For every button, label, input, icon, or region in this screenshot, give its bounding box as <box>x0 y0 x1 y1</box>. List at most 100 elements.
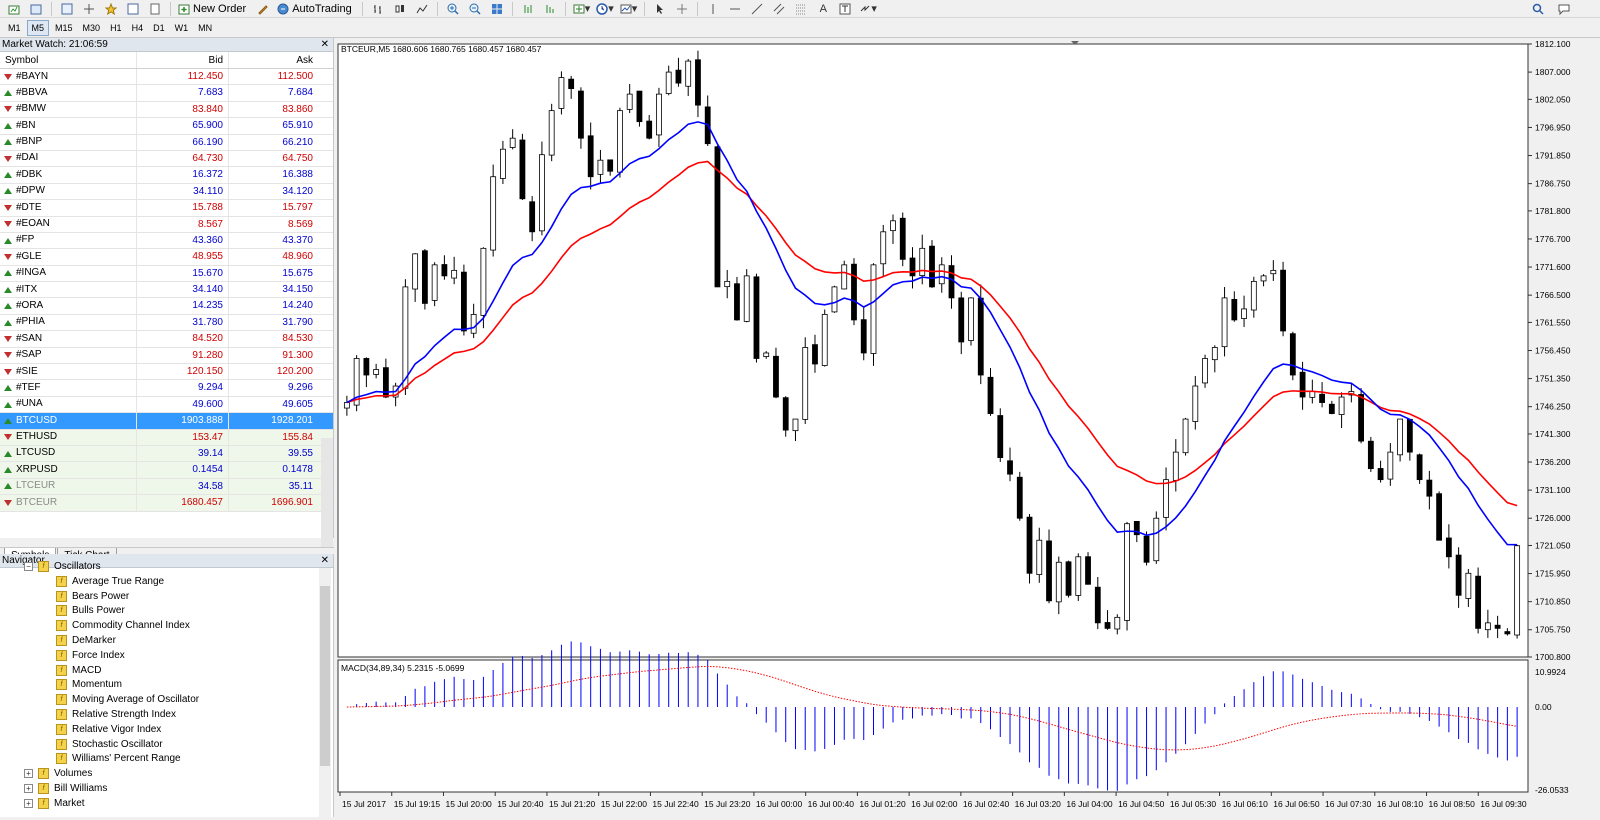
navigator-item[interactable]: f Relative Vigor Index <box>56 722 161 737</box>
market-watch-row[interactable]: #BNP 66.190 66.210 <box>0 134 333 151</box>
close-icon[interactable]: ✕ <box>321 38 329 52</box>
market-watch-row[interactable]: #BBVA 7.683 7.684 <box>0 85 333 102</box>
search-icon[interactable] <box>1528 1 1548 17</box>
navigator-item[interactable]: f Stochastic Oscillator <box>56 737 163 752</box>
market-watch-row[interactable]: #TEF 9.294 9.296 <box>0 380 333 397</box>
navigator-item[interactable]: f Commodity Channel Index <box>56 618 190 633</box>
navigator-item[interactable]: f Moving Average of Oscillator <box>56 692 199 707</box>
navigator-item[interactable]: f Force Index <box>56 648 125 663</box>
indicators-icon[interactable]: ▾ <box>571 1 593 17</box>
timeframe-d1-button[interactable]: D1 <box>149 21 169 35</box>
autoscroll-icon[interactable] <box>540 1 560 17</box>
market-watch-row[interactable]: LTCEUR 34.58 35.11 <box>0 478 333 496</box>
autotrading-button[interactable]: AutoTrading <box>275 1 357 17</box>
navigator-item[interactable]: f MACD <box>56 663 101 678</box>
market-watch-row[interactable]: #UNA 49.600 49.605 <box>0 396 333 414</box>
fibonacci-icon[interactable] <box>791 1 811 17</box>
cursor-icon[interactable] <box>650 1 670 17</box>
navigator-item[interactable]: f Bears Power <box>56 589 129 604</box>
profiles-icon[interactable] <box>26 1 46 17</box>
tree-group[interactable]: + f Bill Williams <box>24 781 107 796</box>
market-watch-row[interactable]: #SIE 120.150 120.200 <box>0 364 333 381</box>
navigator-icon[interactable] <box>101 1 121 17</box>
arrows-icon[interactable]: ▾ <box>857 1 879 17</box>
collapse-icon[interactable]: − <box>24 561 33 571</box>
market-watch-row[interactable]: #ORA 14.235 14.240 <box>0 298 333 315</box>
new-chart-icon[interactable] <box>4 1 24 17</box>
data-window-icon[interactable] <box>79 1 99 17</box>
terminal-icon[interactable] <box>123 1 143 17</box>
price-chart[interactable]: 1812.100 1807.000 1802.050 1796.950 1791.850… <box>336 39 1600 817</box>
line-chart-icon[interactable] <box>412 1 432 17</box>
chart-window[interactable]: 1812.100 1807.000 1802.050 1796.950 1791.850… <box>336 39 1600 817</box>
templates-icon[interactable]: ▾ <box>618 1 640 17</box>
market-watch-row[interactable]: #ITX 34.140 34.150 <box>0 282 333 299</box>
new-order-button[interactable]: New Order <box>176 1 251 17</box>
market-watch-row[interactable]: #INGA 15.670 15.675 <box>0 265 333 283</box>
equidistant-channel-icon[interactable] <box>769 1 789 17</box>
timeframe-m30-button[interactable]: M30 <box>79 21 105 35</box>
bar-chart-icon[interactable] <box>368 1 388 17</box>
timeframe-h4-button[interactable]: H4 <box>128 21 148 35</box>
market-watch-row[interactable]: #GLE 48.955 48.960 <box>0 249 333 266</box>
metaeditor-icon[interactable] <box>253 1 273 17</box>
tree-group-oscillators[interactable]: − f Oscillators <box>24 559 101 574</box>
market-watch-row[interactable]: #DBK 16.372 16.388 <box>0 167 333 184</box>
timeframe-w1-button[interactable]: W1 <box>171 21 193 35</box>
scrollbar-thumb[interactable] <box>320 586 330 766</box>
expand-icon[interactable]: + <box>24 769 33 779</box>
expand-icon[interactable]: + <box>24 798 33 808</box>
tile-windows-icon[interactable] <box>487 1 507 17</box>
text-label-icon[interactable] <box>835 1 855 17</box>
market-watch-row[interactable]: #SAN 84.520 84.530 <box>0 331 333 348</box>
periods-icon[interactable]: ▾ <box>594 1 616 17</box>
timeframe-h1-button[interactable]: H1 <box>106 21 126 35</box>
market-watch-row[interactable]: #BAYN 112.450 112.500 <box>0 69 333 86</box>
market-watch-row[interactable]: #DTE 15.788 15.797 <box>0 200 333 217</box>
market-watch-row[interactable]: XRPUSD 0.1454 0.1478 <box>0 462 333 479</box>
scrollbar[interactable] <box>321 438 333 554</box>
chat-icon[interactable] <box>1554 1 1574 17</box>
tree-group[interactable]: + f Volumes <box>24 766 92 781</box>
zoom-in-icon[interactable] <box>443 1 463 17</box>
navigator-item[interactable]: f Momentum <box>56 678 122 693</box>
market-watch-row[interactable]: #FP 43.360 43.370 <box>0 232 333 250</box>
timeframe-m5-button[interactable]: M5 <box>26 19 50 36</box>
close-icon[interactable]: ✕ <box>321 554 329 568</box>
timeframe-mn-button[interactable]: MN <box>194 21 216 35</box>
market-watch-row[interactable]: #EOAN 8.567 8.569 <box>0 216 333 233</box>
horizontal-line-icon[interactable] <box>725 1 745 17</box>
market-watch-row[interactable]: #BN 65.900 65.910 <box>0 118 333 135</box>
timeframe-m1-button[interactable]: M1 <box>4 21 25 35</box>
column-header-ask[interactable]: Ask <box>228 52 318 68</box>
column-header-bid[interactable]: Bid <box>136 52 228 68</box>
timeframe-m15-button[interactable]: M15 <box>51 21 77 35</box>
market-watch-row[interactable]: #PHIA 31.780 31.790 <box>0 314 333 332</box>
crosshair-icon[interactable] <box>672 1 692 17</box>
tester-icon[interactable] <box>145 1 165 17</box>
vertical-line-icon[interactable] <box>703 1 723 17</box>
navigator-item[interactable]: f DeMarker <box>56 633 116 648</box>
market-watch-row[interactable]: BTCUSD 1903.888 1928.201 <box>0 413 333 430</box>
trendline-icon[interactable] <box>747 1 767 17</box>
navigator-item[interactable]: f Relative Strength Index <box>56 707 176 722</box>
market-watch-row[interactable]: #SAP 91.280 91.300 <box>0 347 333 365</box>
column-header-symbol[interactable]: Symbol <box>0 52 136 68</box>
market-watch-row[interactable]: BTCEUR 1680.457 1696.901 <box>0 495 333 512</box>
zoom-out-icon[interactable] <box>465 1 485 17</box>
navigator-item[interactable]: f Williams' Percent Range <box>56 752 181 767</box>
navigator-item[interactable]: f Average True Range <box>56 574 164 589</box>
candlestick-icon[interactable] <box>390 1 410 17</box>
expand-icon[interactable]: + <box>24 784 33 794</box>
market-watch-row[interactable]: LTCUSD 39.14 39.55 <box>0 445 333 463</box>
market-watch-row[interactable]: #DAI 64.730 64.750 <box>0 150 333 168</box>
navigator-item[interactable]: f Bulls Power <box>56 604 125 619</box>
market-watch-row[interactable]: ETHUSD 153.47 155.84 <box>0 429 333 446</box>
scrollbar[interactable] <box>319 568 331 817</box>
chart-shift-icon[interactable] <box>518 1 538 17</box>
text-icon[interactable]: A <box>813 1 833 17</box>
market-watch-row[interactable]: #DPW 34.110 34.120 <box>0 183 333 201</box>
market-watch-icon[interactable] <box>57 1 77 17</box>
market-watch-row[interactable]: #BMW 83.840 83.860 <box>0 101 333 119</box>
tree-group[interactable]: + f Market <box>24 796 85 811</box>
